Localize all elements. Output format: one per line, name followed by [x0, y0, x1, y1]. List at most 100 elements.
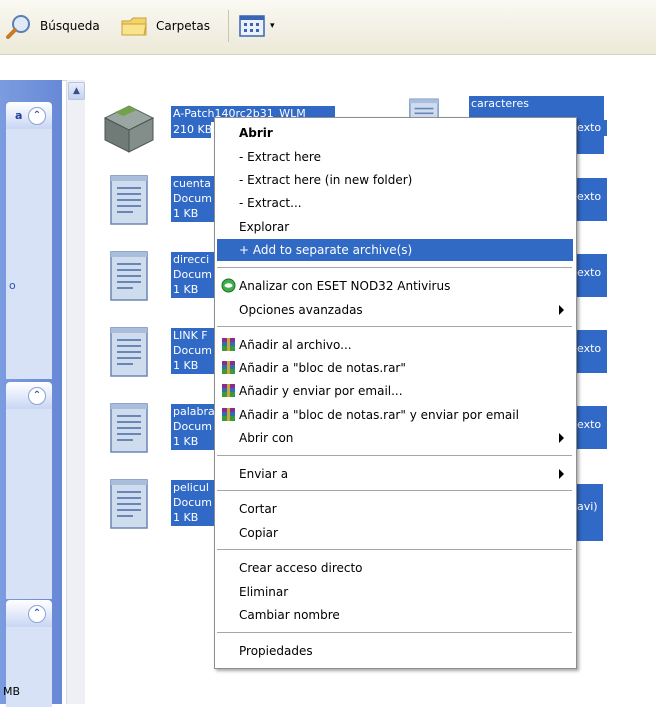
menu-item-properties[interactable]: Propiedades: [215, 640, 576, 662]
menu-item-label: - Extract here (in new folder): [239, 173, 413, 187]
file-size: 1 KB: [171, 282, 217, 298]
menu-item-label: Explorar: [239, 220, 290, 234]
menu-item-label: Cambiar nombre: [239, 608, 340, 622]
archive-box-icon: [103, 105, 155, 153]
menu-separator: [217, 632, 572, 633]
toolbar-separator: [228, 10, 229, 42]
menu-item-cut[interactable]: Cortar: [215, 498, 576, 520]
task-panel-1-title: a: [15, 109, 23, 122]
file-type: Docum: [171, 419, 217, 435]
menu-item-label: Propiedades: [239, 644, 313, 658]
file-name: cuenta: [171, 176, 217, 192]
menu-item-rename[interactable]: Cambiar nombre: [215, 604, 576, 626]
text-document-icon: [110, 251, 148, 301]
menu-separator: [217, 455, 572, 456]
search-button[interactable]: Búsqueda: [4, 12, 100, 40]
search-icon: [6, 15, 30, 39]
menu-item-label: Analizar con ESET NOD32 Antivirus: [239, 279, 451, 293]
views-grid-icon: [239, 15, 265, 37]
menu-item-add-to-rar[interactable]: Añadir a "bloc de notas.rar": [215, 357, 576, 379]
folders-label: Carpetas: [156, 19, 210, 33]
menu-item-label: Cortar: [239, 502, 277, 516]
file-size: 1 KB: [171, 510, 217, 526]
winrar-icon: [222, 361, 235, 374]
menu-item-label: Añadir al archivo...: [239, 338, 352, 352]
context-menu: Abrir - Extract here - Extract here (in …: [214, 117, 577, 669]
menu-item-extract-here[interactable]: - Extract here: [215, 146, 576, 168]
file-size: 1 KB: [171, 206, 217, 222]
file-type-suffix: exto: [575, 330, 607, 373]
text-document-icon: [110, 403, 148, 453]
file-type-suffix: exto: [575, 254, 607, 297]
submenu-arrow-icon: [559, 469, 564, 479]
file-name: LINK F: [171, 328, 217, 344]
task-panel-2-header[interactable]: ⌃: [6, 382, 52, 409]
views-dropdown-arrow-icon: ▾: [270, 21, 275, 31]
menu-item-label: Añadir a "bloc de notas.rar": [239, 361, 406, 375]
menu-item-label: - Extract here: [239, 150, 321, 164]
menu-item-label: Opciones avanzadas: [239, 303, 363, 317]
menu-item-add-rar-and-email[interactable]: Añadir a "bloc de notas.rar" y enviar po…: [215, 404, 576, 426]
menu-item-eset-scan[interactable]: Analizar con ESET NOD32 Antivirus: [215, 275, 576, 297]
file-type: Docum: [171, 495, 217, 511]
menu-item-label: - Extract...: [239, 196, 302, 210]
file-name: pelicul: [171, 480, 217, 496]
task-panel-1-header[interactable]: a ⌃: [6, 102, 52, 129]
file-type: Docum: [171, 267, 217, 283]
vertical-scrollbar[interactable]: ▲: [66, 80, 85, 704]
menu-item-label: Abrir con: [239, 431, 294, 445]
file-name: direcci: [171, 252, 217, 268]
menu-item-label: Crear acceso directo: [239, 561, 363, 575]
file-type-suffix: exto: [575, 178, 607, 221]
menu-item-label: Abrir: [239, 126, 273, 140]
folders-icon: [121, 17, 147, 36]
menu-item-add-to-archive[interactable]: Añadir al archivo...: [215, 334, 576, 356]
file-size: 1 KB: [171, 434, 217, 450]
menu-item-open-with[interactable]: Abrir con: [215, 427, 576, 449]
file-type-suffix: exto: [575, 120, 607, 136]
address-strip: [0, 55, 656, 81]
winrar-icon: [222, 408, 235, 421]
task-panel-2: ⌃: [6, 382, 52, 599]
task-pane-size-text: MB: [3, 685, 21, 698]
menu-item-label: Copiar: [239, 526, 278, 540]
menu-separator: [217, 326, 572, 327]
task-panel-1-text: o: [9, 279, 16, 292]
menu-item-send-to[interactable]: Enviar a: [215, 463, 576, 485]
menu-item-label: Añadir y enviar por email...: [239, 384, 403, 398]
views-button[interactable]: ▾: [238, 12, 275, 40]
menu-item-add-separate[interactable]: + Add to separate archive(s): [217, 239, 573, 261]
collapse-chevron-icon[interactable]: ⌃: [28, 386, 46, 405]
menu-item-label: Añadir a "bloc de notas.rar" y enviar po…: [239, 408, 519, 422]
file-size: 1 KB: [171, 358, 217, 374]
menu-item-label: + Add to separate archive(s): [239, 243, 413, 257]
menu-separator: [217, 549, 572, 550]
file-detail: 210 KB: [171, 122, 211, 138]
menu-item-extract[interactable]: - Extract...: [215, 192, 576, 214]
file-type: Docum: [171, 343, 217, 359]
menu-item-extract-here-new-folder[interactable]: - Extract here (in new folder): [215, 169, 576, 191]
file-type-suffix: exto: [575, 406, 607, 449]
task-panel-3-header[interactable]: ⌃: [6, 600, 52, 627]
toolbar: Búsqueda Carpetas ▾: [0, 0, 656, 55]
menu-item-advanced-options[interactable]: Opciones avanzadas: [215, 299, 576, 321]
menu-item-copy[interactable]: Copiar: [215, 522, 576, 544]
text-document-icon: [110, 175, 148, 225]
task-pane: a ⌃ o ⌃ ⌃ MB: [0, 80, 62, 707]
text-document-icon: [110, 479, 148, 529]
menu-item-label: Eliminar: [239, 585, 289, 599]
winrar-icon: [222, 384, 235, 397]
submenu-arrow-icon: [559, 305, 564, 315]
collapse-chevron-icon[interactable]: ⌃: [28, 106, 46, 125]
menu-item-label: Enviar a: [239, 467, 289, 481]
menu-item-delete[interactable]: Eliminar: [215, 581, 576, 603]
menu-item-add-and-email[interactable]: Añadir y enviar por email...: [215, 380, 576, 402]
folders-button[interactable]: Carpetas: [120, 12, 210, 40]
menu-item-explore[interactable]: Explorar: [215, 216, 576, 238]
file-type-suffix: avi): [575, 484, 603, 541]
collapse-chevron-icon[interactable]: ⌃: [28, 604, 46, 623]
task-panel-1-body: o: [6, 129, 52, 379]
scroll-up-button[interactable]: ▲: [68, 82, 85, 100]
menu-item-create-shortcut[interactable]: Crear acceso directo: [215, 557, 576, 579]
menu-item-open[interactable]: Abrir: [215, 122, 576, 144]
